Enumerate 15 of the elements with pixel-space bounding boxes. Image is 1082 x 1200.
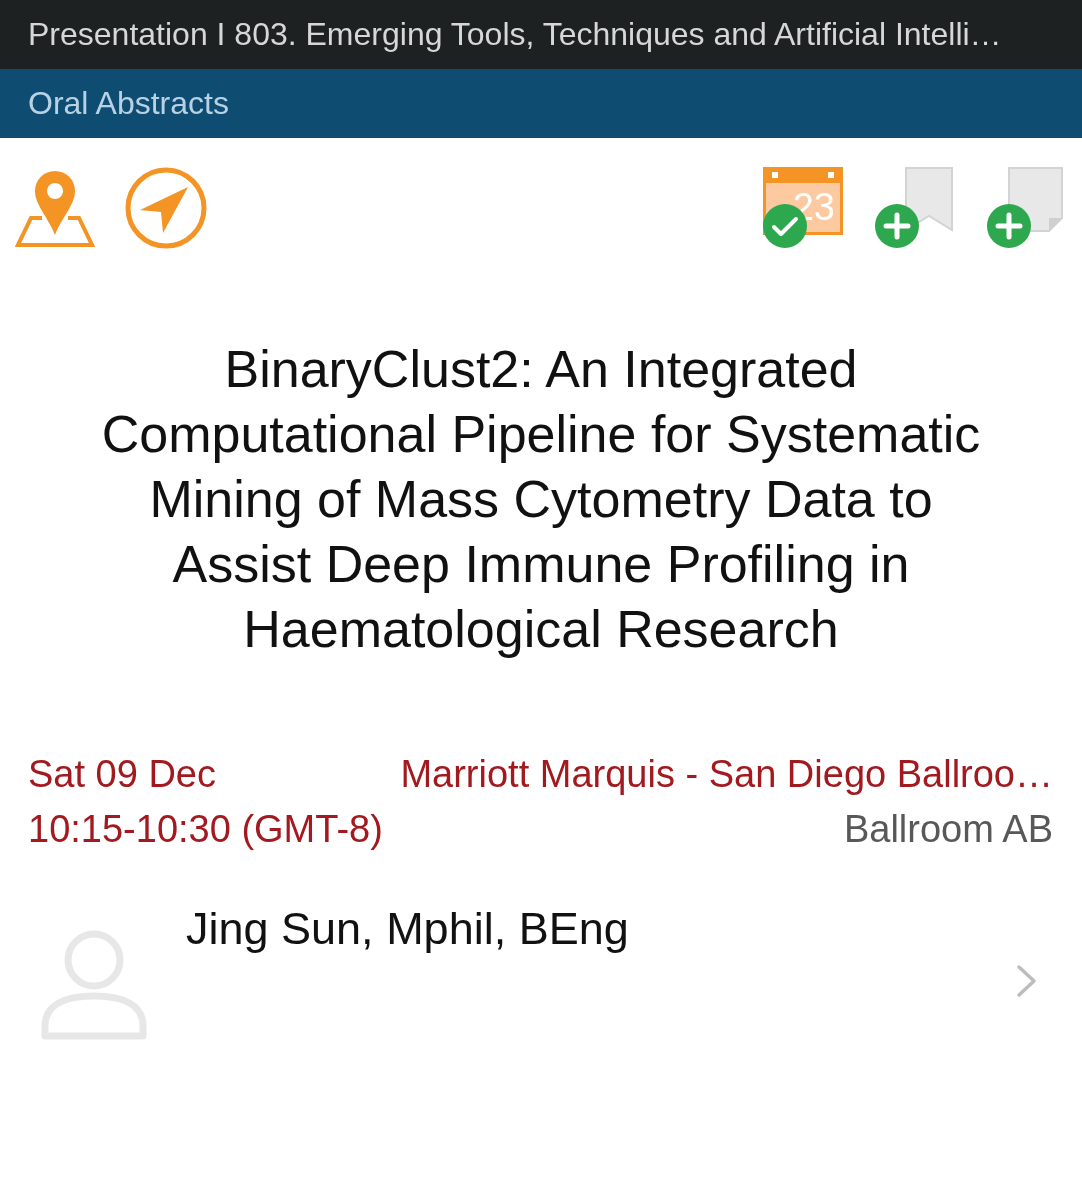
bookmark-button[interactable] xyxy=(875,167,955,248)
header-title: Presentation I 803. Emerging Tools, Techniques and Artificial Intelli… xyxy=(28,16,1002,53)
note-button[interactable] xyxy=(987,167,1063,248)
bookmark-icon xyxy=(905,167,953,232)
chevron-right-icon[interactable] xyxy=(1016,964,1038,998)
speaker-name[interactable]: Jing Sun, Mphil, BEng xyxy=(186,903,1016,955)
session-date: Sat 09 Dec xyxy=(28,752,217,797)
map-pin-icon xyxy=(15,168,95,248)
room-name: Ballroom AB xyxy=(842,807,1053,852)
session-time: 10:15-10:30 (GMT-8) xyxy=(28,807,383,852)
session-type-label: Oral Abstracts xyxy=(28,85,229,122)
map-button[interactable] xyxy=(15,168,95,248)
venue-name: Marriott Marquis - San Diego Ballroo… xyxy=(400,752,1053,797)
navigate-button[interactable] xyxy=(125,167,207,249)
abstract-title: BinaryClust2: An Integrated Computational Pipeline for Systematic Mining of Mass Cytometry Data to Assist Deep Immune Profiling in Haematological Research xyxy=(100,339,982,660)
